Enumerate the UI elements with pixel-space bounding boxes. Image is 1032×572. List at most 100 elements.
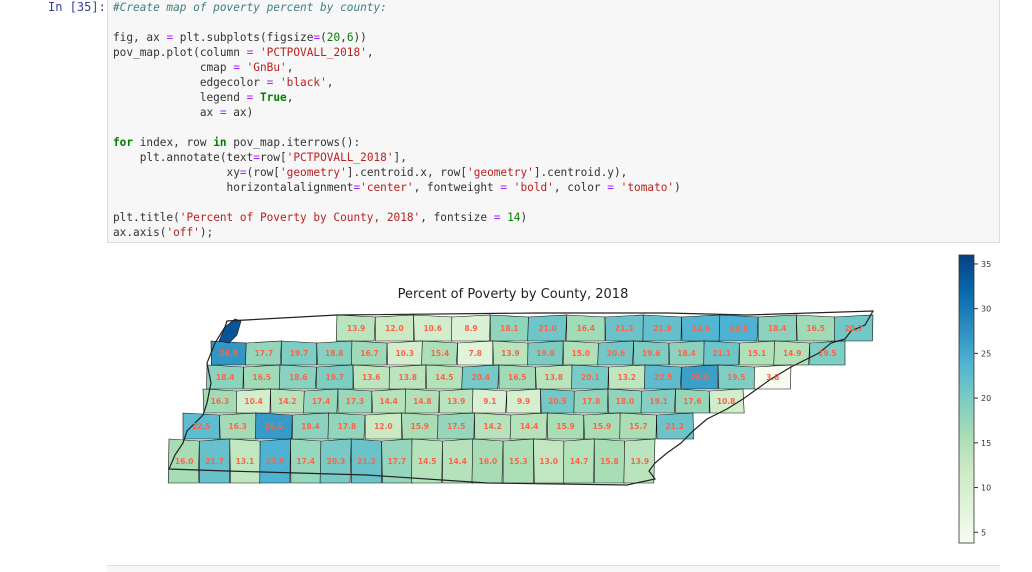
county-label: 20.3 xyxy=(327,457,346,466)
county-label: 20.6 xyxy=(607,349,626,358)
code-line: plt.annotate(text=row['PCTPOVALL_2018'], xyxy=(113,151,407,164)
county-label: 3.8 xyxy=(766,373,779,382)
county-label: 21.1 xyxy=(712,349,731,358)
code-line: edgecolor = 'black', xyxy=(113,76,334,89)
county-label: 22.5 xyxy=(654,373,673,382)
county-label: 8.9 xyxy=(464,324,477,333)
county-label: 16.3 xyxy=(228,422,247,431)
colorbar: 35 30 25 20 15 10 5 xyxy=(958,254,991,544)
county-label: 19.5 xyxy=(727,373,746,382)
county-label: 14.4 xyxy=(379,397,398,406)
map-title: Percent of Poverty by County, 2018 xyxy=(398,287,629,302)
county-label: 23.9 xyxy=(266,457,285,466)
county-label: 16.4 xyxy=(577,324,596,333)
code-line: horizontalalignment='center', fontweight… xyxy=(113,181,681,194)
county-label: 20.7 xyxy=(845,324,864,333)
county-label: 15.9 xyxy=(593,422,612,431)
county-label: 12.0 xyxy=(385,324,404,333)
code-line: cmap = 'GnBu', xyxy=(113,61,294,74)
cell-prompt: In [35]: xyxy=(48,0,106,14)
county-label: 21.0 xyxy=(538,324,557,333)
county-label: 13.9 xyxy=(631,457,650,466)
county-label: 14.7 xyxy=(570,457,589,466)
county-label: 18.0 xyxy=(616,397,635,406)
county-label: 20.4 xyxy=(471,373,490,382)
county-label: 16.5 xyxy=(508,373,527,382)
county-label: 16.7 xyxy=(360,349,379,358)
county-label: 9.9 xyxy=(517,397,530,406)
county-label: 18.4 xyxy=(216,373,235,382)
county-label: 19.5 xyxy=(818,349,837,358)
colorbar-gradient xyxy=(958,254,975,544)
county-label: 12.0 xyxy=(374,422,393,431)
county-label: 18.4 xyxy=(768,324,787,333)
county-label: 13.1 xyxy=(236,457,255,466)
county-label: 13.6 xyxy=(362,373,381,382)
county-label: 17.4 xyxy=(312,397,331,406)
code-line: #Create map of poverty percent by county… xyxy=(113,1,387,14)
output-area: Percent of Poverty by County, 2018 13.9 1… xyxy=(107,243,1000,563)
county-label: 13.8 xyxy=(398,373,417,382)
county-label: 9.1 xyxy=(483,397,496,406)
county-label: 14.4 xyxy=(448,457,467,466)
county-label: 15.3 xyxy=(509,457,528,466)
county-label: 14.4 xyxy=(520,422,539,431)
county-label: 15.4 xyxy=(431,349,450,358)
county-label: 17.4 xyxy=(296,457,315,466)
county-label: 14.2 xyxy=(278,397,297,406)
county-label: 17.7 xyxy=(388,457,407,466)
colorbar-tick-label: 5 xyxy=(981,528,986,537)
county-label: 14.9 xyxy=(783,349,802,358)
code-line: ax.axis('off'); xyxy=(113,226,214,239)
county-label: 16.5 xyxy=(252,373,271,382)
county-label: 13.8 xyxy=(544,373,563,382)
county-label: 20.5 xyxy=(548,397,567,406)
county-label: 22.5 xyxy=(192,422,211,431)
county-label: 19.6 xyxy=(642,349,661,358)
code-line: xy=(row['geometry'].centroid.x, row['geo… xyxy=(113,166,628,179)
county-label: 13.0 xyxy=(539,457,558,466)
code-line: ax = ax) xyxy=(113,106,254,119)
code-line: for index, row in pov_map.iterrows(): xyxy=(113,136,361,149)
code-cell[interactable]: #Create map of poverty percent by county… xyxy=(107,0,1000,243)
county-label: 10.4 xyxy=(244,397,263,406)
county-label: 15.8 xyxy=(600,457,619,466)
county-label: 17.7 xyxy=(255,349,274,358)
county-label: 16.0 xyxy=(175,457,194,466)
county-label: 18.6 xyxy=(289,373,308,382)
county-label: 7.8 xyxy=(469,349,482,358)
code-editor[interactable]: #Create map of poverty percent by county… xyxy=(113,0,681,240)
county-label: 15.0 xyxy=(572,349,591,358)
county-label: 10.8 xyxy=(717,397,736,406)
county-label: 17.5 xyxy=(447,422,466,431)
colorbar-tick-label: 30 xyxy=(981,305,991,314)
county-label: 17.8 xyxy=(338,422,357,431)
county-label: 14.5 xyxy=(435,373,454,382)
county-label: 26.9 xyxy=(219,349,238,358)
code-line: fig, ax = plt.subplots(figsize=(20,6)) xyxy=(113,31,367,44)
county-label: 23.9 xyxy=(730,324,749,333)
county-label: 14.2 xyxy=(483,422,502,431)
colorbar-tick-label: 15 xyxy=(981,439,991,448)
code-line: legend = True, xyxy=(113,91,294,104)
county-label: 18.1 xyxy=(500,324,519,333)
county-label: 13.2 xyxy=(617,373,636,382)
colorbar-tick-label: 25 xyxy=(981,349,991,358)
county-label: 15.9 xyxy=(556,422,575,431)
county-label: 19.7 xyxy=(325,373,344,382)
county-label: 10.6 xyxy=(423,324,442,333)
county-label: 13.9 xyxy=(501,349,520,358)
county-label: 18.4 xyxy=(677,349,696,358)
county-label: 17.6 xyxy=(683,397,702,406)
county-label: 21.9 xyxy=(653,324,672,333)
county-label: 18.8 xyxy=(325,349,344,358)
county-label: 17.8 xyxy=(582,397,601,406)
county-label: 19.7 xyxy=(290,349,309,358)
county-label: 15.9 xyxy=(411,422,430,431)
county-label: 26.5 xyxy=(265,422,284,431)
county-label: 21.2 xyxy=(666,422,685,431)
county-label: 15.1 xyxy=(748,349,767,358)
county-label: 21.7 xyxy=(205,457,224,466)
county-label: 17.3 xyxy=(346,397,365,406)
county-label: 21.3 xyxy=(615,324,634,333)
